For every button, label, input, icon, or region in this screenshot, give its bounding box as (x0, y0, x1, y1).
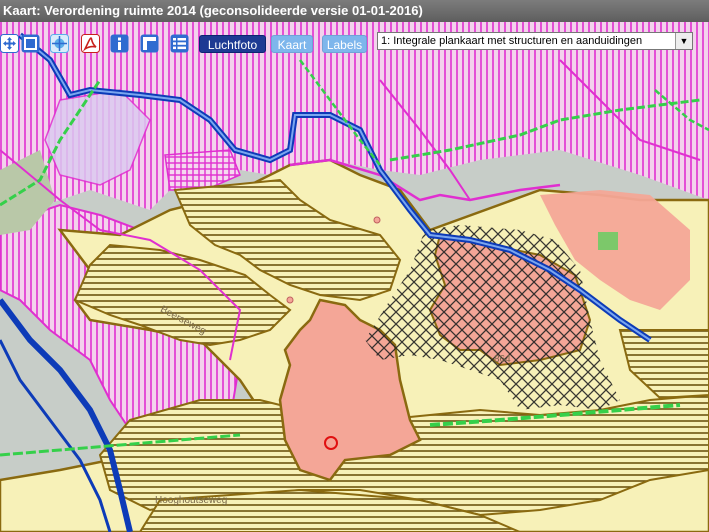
arrows-icon (0, 34, 19, 53)
green-square (598, 232, 618, 250)
map-layer-select[interactable]: 1: Integrale plankaart met structuren en… (377, 32, 693, 50)
pdf-export-button[interactable] (81, 34, 100, 53)
zoom-box-icon (21, 34, 40, 53)
map-canvas[interactable] (0, 0, 709, 532)
map-layer-select-value: 1: Integrale plankaart met structuren en… (381, 35, 643, 47)
layer-button-luchtfoto[interactable]: Luchtfoto (199, 35, 266, 53)
layer-button-labels[interactable]: Labels (322, 35, 367, 53)
info-icon (110, 34, 129, 53)
info-button[interactable] (110, 34, 129, 53)
globe-icon (50, 34, 69, 53)
poi-dot (286, 296, 294, 304)
measure-button[interactable] (140, 34, 159, 53)
legend-button[interactable] (170, 34, 189, 53)
ruler-icon (140, 34, 159, 53)
pan-button[interactable] (0, 34, 19, 53)
window-title: Kaart: Verordening ruimte 2014 (geconsol… (0, 0, 709, 22)
layer-button-kaart[interactable]: Kaart (271, 35, 313, 53)
list-icon (170, 34, 189, 53)
poi-dot (373, 216, 381, 224)
map-label-street: Hooghoutseweg (155, 495, 228, 506)
zoom-box-button[interactable] (21, 34, 40, 53)
chevron-down-icon: ▼ (675, 33, 692, 49)
full-extent-button[interactable] (50, 34, 69, 53)
pdf-icon (81, 34, 100, 53)
map-label-number: 864 (494, 354, 511, 365)
